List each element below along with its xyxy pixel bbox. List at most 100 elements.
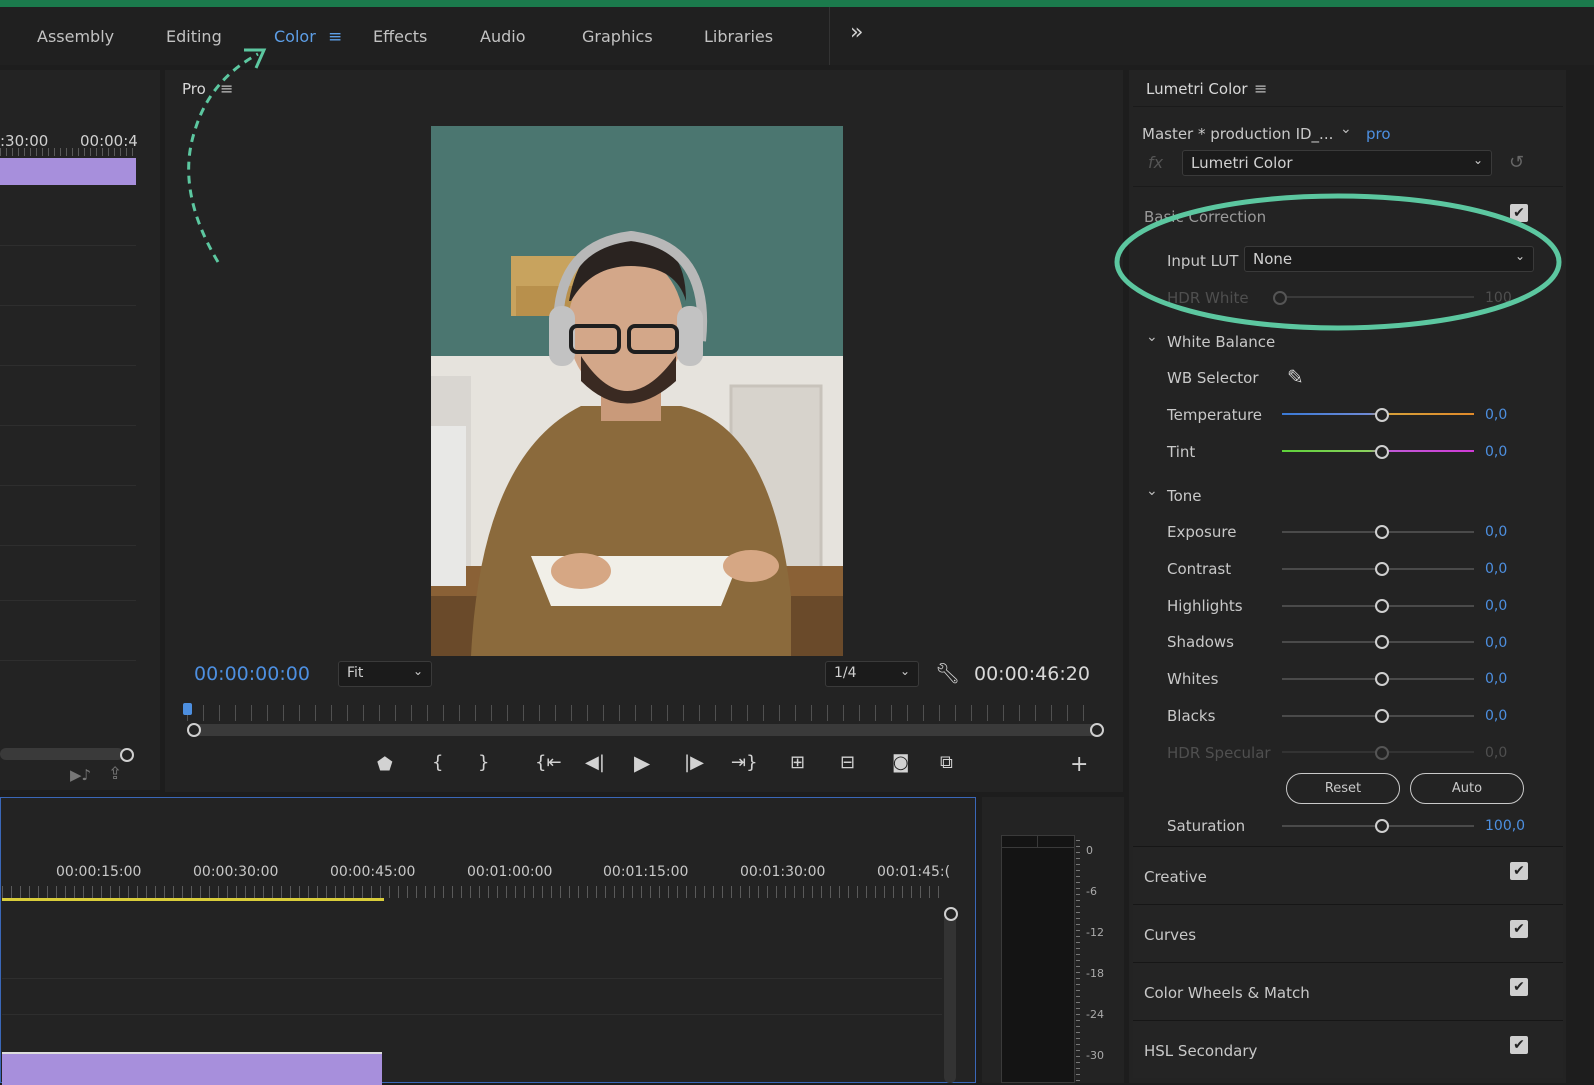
section-curves-label[interactable]: Curves	[1144, 926, 1196, 944]
shadows-handle[interactable]	[1375, 635, 1389, 649]
temperature-label: Temperature	[1167, 406, 1263, 424]
creative-checkbox[interactable]: ✔	[1510, 862, 1528, 880]
auto-button[interactable]: Auto	[1410, 773, 1524, 804]
source-clip[interactable]	[0, 158, 136, 185]
wrench-icon[interactable]: 🔧︎	[935, 661, 960, 685]
reset-button[interactable]: Reset	[1286, 773, 1400, 804]
whites-label: Whites	[1167, 670, 1219, 688]
saturation-value[interactable]: 100,0	[1485, 818, 1525, 834]
highlights-value[interactable]: 0,0	[1485, 598, 1507, 614]
highlights-handle[interactable]	[1375, 599, 1389, 613]
timeline-scroll-handle[interactable]	[944, 907, 958, 921]
saturation-label: Saturation	[1167, 817, 1246, 835]
tone-header[interactable]: Tone	[1167, 487, 1202, 505]
divider	[1133, 186, 1563, 187]
tab-graphics[interactable]: Graphics	[582, 27, 653, 46]
tab-color[interactable]: Color	[274, 27, 316, 46]
tab-assembly[interactable]: Assembly	[37, 27, 114, 46]
comparison-view-icon[interactable]: ⧉	[940, 752, 953, 773]
curves-checkbox[interactable]: ✔	[1510, 920, 1528, 938]
tab-effects[interactable]: Effects	[373, 27, 427, 46]
chevron-down-icon[interactable]: ⌄	[1340, 121, 1352, 137]
mark-in-icon[interactable]: {	[432, 752, 443, 773]
section-hsl-secondary-label[interactable]: HSL Secondary	[1144, 1042, 1257, 1060]
lumetri-panel-title[interactable]: Lumetri Color	[1146, 80, 1248, 98]
shadows-value[interactable]: 0,0	[1485, 635, 1507, 651]
tint-label: Tint	[1167, 443, 1196, 461]
blacks-value[interactable]: 0,0	[1485, 708, 1507, 724]
section-color-wheels-label[interactable]: Color Wheels & Match	[1144, 984, 1310, 1002]
timeline-ruler-label: 00:01:30:00	[740, 864, 826, 880]
section-curves[interactable]	[1133, 904, 1563, 962]
add-marker-icon[interactable]: ⬟	[377, 754, 393, 775]
playhead[interactable]	[183, 703, 192, 715]
zoom-select-value: Fit	[347, 665, 364, 681]
temperature-value[interactable]: 0,0	[1485, 407, 1507, 423]
camera-icon[interactable]: ◙	[892, 752, 909, 773]
white-balance-header[interactable]: White Balance	[1167, 333, 1275, 351]
meter-scale-label: 0	[1086, 844, 1093, 857]
timeline-ruler-ticks	[2, 886, 942, 898]
scroll-start-handle[interactable]	[187, 723, 201, 737]
work-area-bar[interactable]	[2, 898, 384, 901]
step-forward-icon[interactable]: |▶	[684, 752, 704, 773]
whites-handle[interactable]	[1375, 672, 1389, 686]
whites-value[interactable]: 0,0	[1485, 671, 1507, 687]
annotation-arrow	[187, 48, 267, 263]
step-back-icon[interactable]: ◀|	[585, 752, 605, 773]
effect-select[interactable]: Lumetri Color ⌄	[1182, 150, 1492, 176]
chevron-down-icon[interactable]: ⌄	[1146, 483, 1158, 499]
saturation-handle[interactable]	[1375, 819, 1389, 833]
scroll-end-handle[interactable]	[1090, 723, 1104, 737]
meter-channel-divider	[1037, 835, 1038, 848]
hsl-secondary-checkbox[interactable]: ✔	[1510, 1036, 1528, 1054]
resolution-select[interactable]: 1/4 ⌄	[825, 661, 919, 687]
video-frame[interactable]	[431, 126, 843, 656]
program-scrollbar[interactable]	[193, 724, 1097, 736]
exposure-handle[interactable]	[1375, 525, 1389, 539]
duration-timecode: 00:00:46:20	[974, 663, 1090, 685]
eyedropper-icon[interactable]: ✎	[1287, 365, 1304, 389]
mark-out-icon[interactable]: }	[478, 752, 489, 773]
lift-icon[interactable]: ⊞	[790, 752, 805, 773]
source-scrollbar[interactable]	[0, 748, 124, 760]
extract-icon[interactable]: ⊟	[840, 752, 855, 773]
blacks-handle[interactable]	[1375, 709, 1389, 723]
play-icon[interactable]: ▶	[634, 751, 650, 775]
zoom-select[interactable]: Fit ⌄	[338, 661, 432, 687]
timeline-ruler-label: 00:01:00:00	[467, 864, 553, 880]
timeline-vertical-scrollbar[interactable]	[944, 910, 956, 1083]
more-workspaces-icon[interactable]: »	[850, 20, 863, 45]
track-divider	[2, 978, 942, 979]
chevron-down-icon[interactable]: ⌄	[1146, 329, 1158, 345]
contrast-value[interactable]: 0,0	[1485, 561, 1507, 577]
temperature-handle[interactable]	[1375, 408, 1389, 422]
track-divider	[0, 245, 136, 246]
meter-ticks	[1076, 840, 1080, 1083]
tint-handle[interactable]	[1375, 445, 1389, 459]
add-button-icon[interactable]: +	[1070, 752, 1088, 777]
timeline-clip[interactable]	[2, 1052, 382, 1085]
meter-peak-divider	[1001, 847, 1075, 848]
track-divider	[0, 485, 136, 486]
section-creative-label[interactable]: Creative	[1144, 868, 1207, 886]
contrast-handle[interactable]	[1375, 562, 1389, 576]
source-scroll-handle[interactable]	[120, 748, 134, 762]
reset-effect-icon[interactable]: ↺	[1509, 152, 1524, 173]
tab-audio[interactable]: Audio	[480, 27, 525, 46]
workspace-accent-strip	[0, 0, 1594, 7]
export-icon[interactable]: ⇪	[108, 764, 122, 784]
insert-icon[interactable]: ▶♪	[70, 766, 91, 784]
go-to-in-icon[interactable]: {⇤	[535, 752, 562, 773]
tab-color-menu-icon[interactable]: ≡	[328, 27, 342, 47]
panel-menu-icon[interactable]: ≡	[1254, 79, 1267, 98]
resolution-select-value: 1/4	[834, 665, 857, 681]
color-wheels-checkbox[interactable]: ✔	[1510, 978, 1528, 996]
go-to-out-icon[interactable]: ⇥}	[731, 752, 758, 773]
hdr-specular-value: 0,0	[1485, 745, 1508, 761]
exposure-value[interactable]: 0,0	[1485, 524, 1507, 540]
clip-link[interactable]: pro	[1366, 125, 1391, 143]
tint-value[interactable]: 0,0	[1485, 444, 1507, 460]
current-timecode[interactable]: 00:00:00:00	[194, 663, 310, 685]
tab-libraries[interactable]: Libraries	[704, 27, 773, 46]
